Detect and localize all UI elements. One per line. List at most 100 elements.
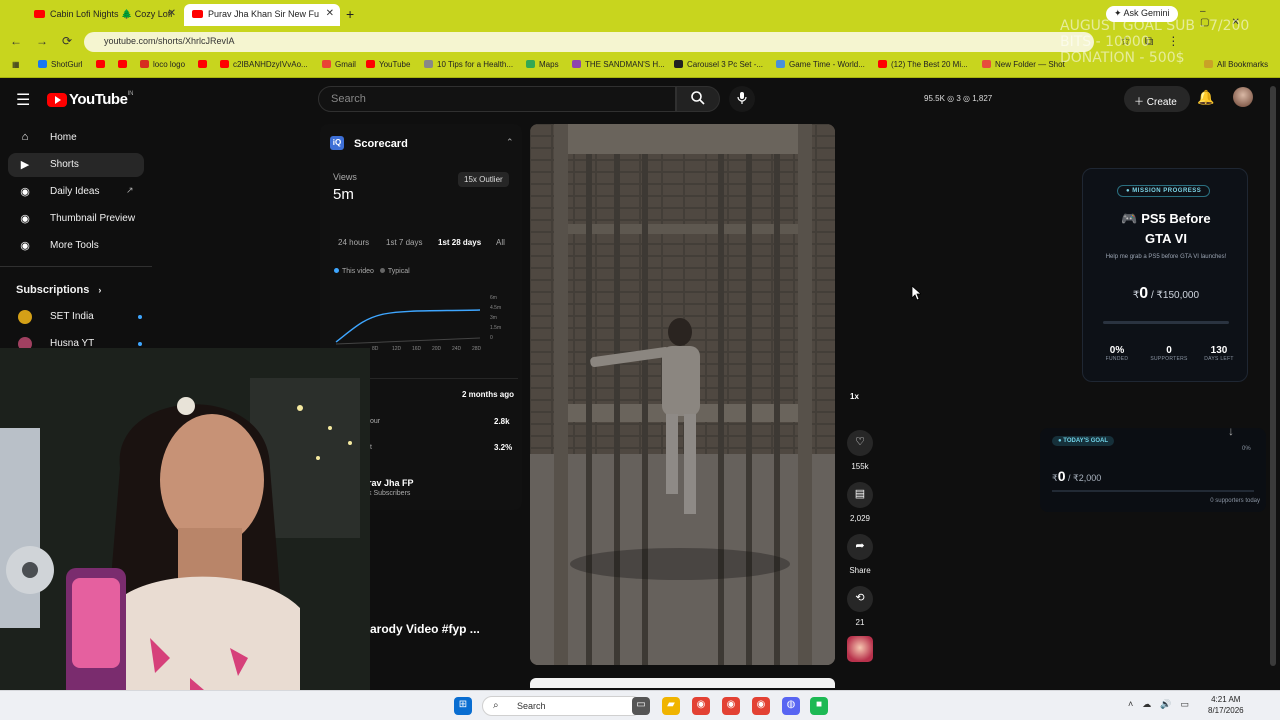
system-tray-icons[interactable]: ˄☁🔊▭ (1128, 699, 1198, 710)
page-scrollbar[interactable] (1270, 86, 1276, 666)
goal-badge: ● TODAY'S GOAL (1052, 436, 1115, 446)
goal-percent: 0% (1242, 446, 1251, 452)
heart-icon: ♡ (855, 436, 865, 448)
app-icon[interactable]: ■ (810, 697, 828, 715)
goal-line: BITS - 10000 (1060, 34, 1150, 50)
chevron-right-icon: › (98, 285, 102, 295)
search-icon (691, 91, 705, 105)
goal-amount: ₹0 / ₹2,000 (1052, 468, 1102, 484)
range-tab[interactable]: 1st 7 days (386, 238, 422, 247)
chevron-up-icon[interactable]: ⌃ (506, 137, 514, 148)
youtube-logo[interactable]: YouTubeIN (47, 91, 133, 109)
youtube-play-icon (47, 92, 67, 107)
search-button[interactable] (676, 86, 720, 112)
sidebar-item-daily-ideas[interactable]: ◉ Daily Ideas ↗ (8, 180, 144, 204)
mission-title: 🎮 PS5 Before GTA VI (1121, 211, 1211, 246)
mouse-cursor-icon (911, 285, 921, 301)
windows-start-icon[interactable]: ⊞ (454, 697, 472, 715)
voice-search-button[interactable] (729, 86, 755, 112)
bookmark-item[interactable]: (12) The Best 20 Mi... (878, 60, 968, 69)
metric-value: 2.8k (494, 417, 510, 426)
bookmark-item[interactable]: ShotGurl (38, 60, 83, 69)
range-tab-selected[interactable]: 1st 28 days (438, 238, 481, 247)
like-button[interactable]: ♡ (847, 430, 873, 456)
bookmark-item[interactable]: Carousel 3 Pc Set -... (674, 60, 763, 69)
channel-name[interactable]: rav Jha FP (368, 478, 414, 488)
chart-legend: This video Typical (334, 268, 410, 275)
range-tab[interactable]: All (496, 238, 505, 247)
apps-icon[interactable]: ▦ (12, 60, 20, 69)
x-tick: 28D (472, 346, 482, 352)
bookmark-item[interactable]: YouTube (366, 60, 410, 69)
chrome-profile-icon[interactable]: ◉ (722, 697, 740, 715)
task-view-icon[interactable]: ▭ (632, 697, 650, 715)
scorecard-logo-icon: iQ (330, 136, 344, 150)
search-input[interactable]: Search (318, 86, 676, 112)
goal-line: DONATION - 500$ (1060, 50, 1185, 66)
arrow-down-icon[interactable]: ↓ (1228, 424, 1234, 438)
playback-speed-button[interactable]: 1x (850, 392, 859, 401)
chrome-icon[interactable]: ◉ (692, 697, 710, 715)
x-tick: 20D (432, 346, 442, 352)
sidebar-item-more-tools[interactable]: ◉ More Tools (8, 234, 144, 258)
sound-thumbnail[interactable] (847, 636, 873, 662)
bookmark-item[interactable]: loco logo (140, 60, 185, 69)
bookmark-item[interactable]: 10 Tips for a Health... (424, 60, 513, 69)
share-button[interactable]: ➦ (847, 534, 873, 560)
bookmark-item[interactable]: Maps (526, 60, 559, 69)
sidebar-item-home[interactable]: ⌂ Home (8, 126, 144, 150)
mission-progress-card: ● MISSION PROGRESS 🎮 PS5 Before GTA VI H… (1082, 168, 1248, 382)
address-bar[interactable]: youtube.com/shorts/XhrlcJRevIA (84, 32, 1094, 52)
browser-tab-active[interactable]: Purav Jha Khan Sir New Fu ✕ (184, 4, 340, 26)
comment-count: 2,029 (849, 514, 871, 523)
views-chart: 6m 4.5m 3m 1.5m 0 8D 12D 16D 20D 24D 28D (335, 295, 501, 352)
create-button[interactable]: ＋ Create (1124, 86, 1190, 112)
menu-icon[interactable]: ☰ (16, 90, 30, 110)
metric-label: our (370, 418, 381, 425)
bookmark-item[interactable]: Game Time - World... (776, 60, 865, 69)
bookmark-youtube-icon[interactable] (96, 60, 109, 69)
close-tab-icon[interactable]: ✕ (326, 8, 334, 19)
bookmark-item[interactable]: New Folder — Shot (982, 60, 1065, 69)
subscriptions-header[interactable]: Subscriptions › (8, 278, 144, 302)
avatar[interactable] (1233, 87, 1253, 107)
short-video-player[interactable] (530, 124, 835, 665)
youtube-favicon-icon (192, 10, 203, 18)
notifications-bell-icon[interactable]: 🔔 (1197, 89, 1214, 106)
close-tab-icon[interactable]: ✕ (168, 8, 176, 19)
taskbar-search[interactable]: ⌕ Search (482, 696, 642, 716)
bookmark-youtube-icon[interactable] (198, 60, 211, 69)
comments-button[interactable]: ▤ (847, 482, 873, 508)
chrome-profile-icon[interactable]: ◉ (752, 697, 770, 715)
discord-icon[interactable]: ◍ (782, 697, 800, 715)
sidebar-item-thumbnail-preview[interactable]: ◉ Thumbnail Preview (8, 207, 144, 231)
views-label: Views (333, 172, 357, 182)
sidebar-divider (0, 266, 152, 267)
bookmark-youtube-icon[interactable] (118, 60, 131, 69)
legend-dot (334, 268, 339, 273)
remix-button[interactable]: ⟲ (847, 586, 873, 612)
range-tab[interactable]: 24 hours (338, 238, 369, 247)
subscription-item[interactable]: SET India (8, 305, 144, 329)
new-tab-button[interactable]: + (346, 6, 354, 22)
next-video-preview[interactable] (530, 678, 835, 688)
x-tick: 24D (452, 346, 462, 352)
bookmark-item[interactable]: c2IBANHDzyIVvAo... (220, 60, 308, 69)
bookmark-item[interactable]: THE SANDMAN'S H... (572, 60, 665, 69)
goal-supporters: 0 supporters today (1210, 498, 1260, 504)
url-text: youtube.com/shorts/XhrlcJRevIA (104, 36, 235, 46)
navigation-buttons[interactable]: ←→⟳ (10, 34, 86, 48)
outlier-badge: 15x Outlier (458, 172, 509, 187)
sidebar-item-shorts[interactable]: ▶ Shorts (8, 153, 144, 177)
plus-icon: ＋ (1134, 97, 1144, 108)
this-video-line (335, 309, 481, 343)
x-tick: 12D (392, 346, 402, 352)
file-explorer-icon[interactable]: ▰ (662, 697, 680, 715)
bookmark-item[interactable]: Gmail (322, 60, 356, 69)
taskbar-clock[interactable]: 4:21 AM 8/17/2026 (1208, 694, 1244, 716)
thumbnail-icon: ◉ (20, 213, 30, 225)
browser-tab[interactable]: Cabin Lofi Nights 🌲 Cozy Lofi ✕ (26, 4, 182, 26)
video-title[interactable]: arody Video #fyp ... (370, 622, 480, 636)
ideas-icon: ◉ (20, 186, 30, 198)
divider (370, 378, 518, 379)
